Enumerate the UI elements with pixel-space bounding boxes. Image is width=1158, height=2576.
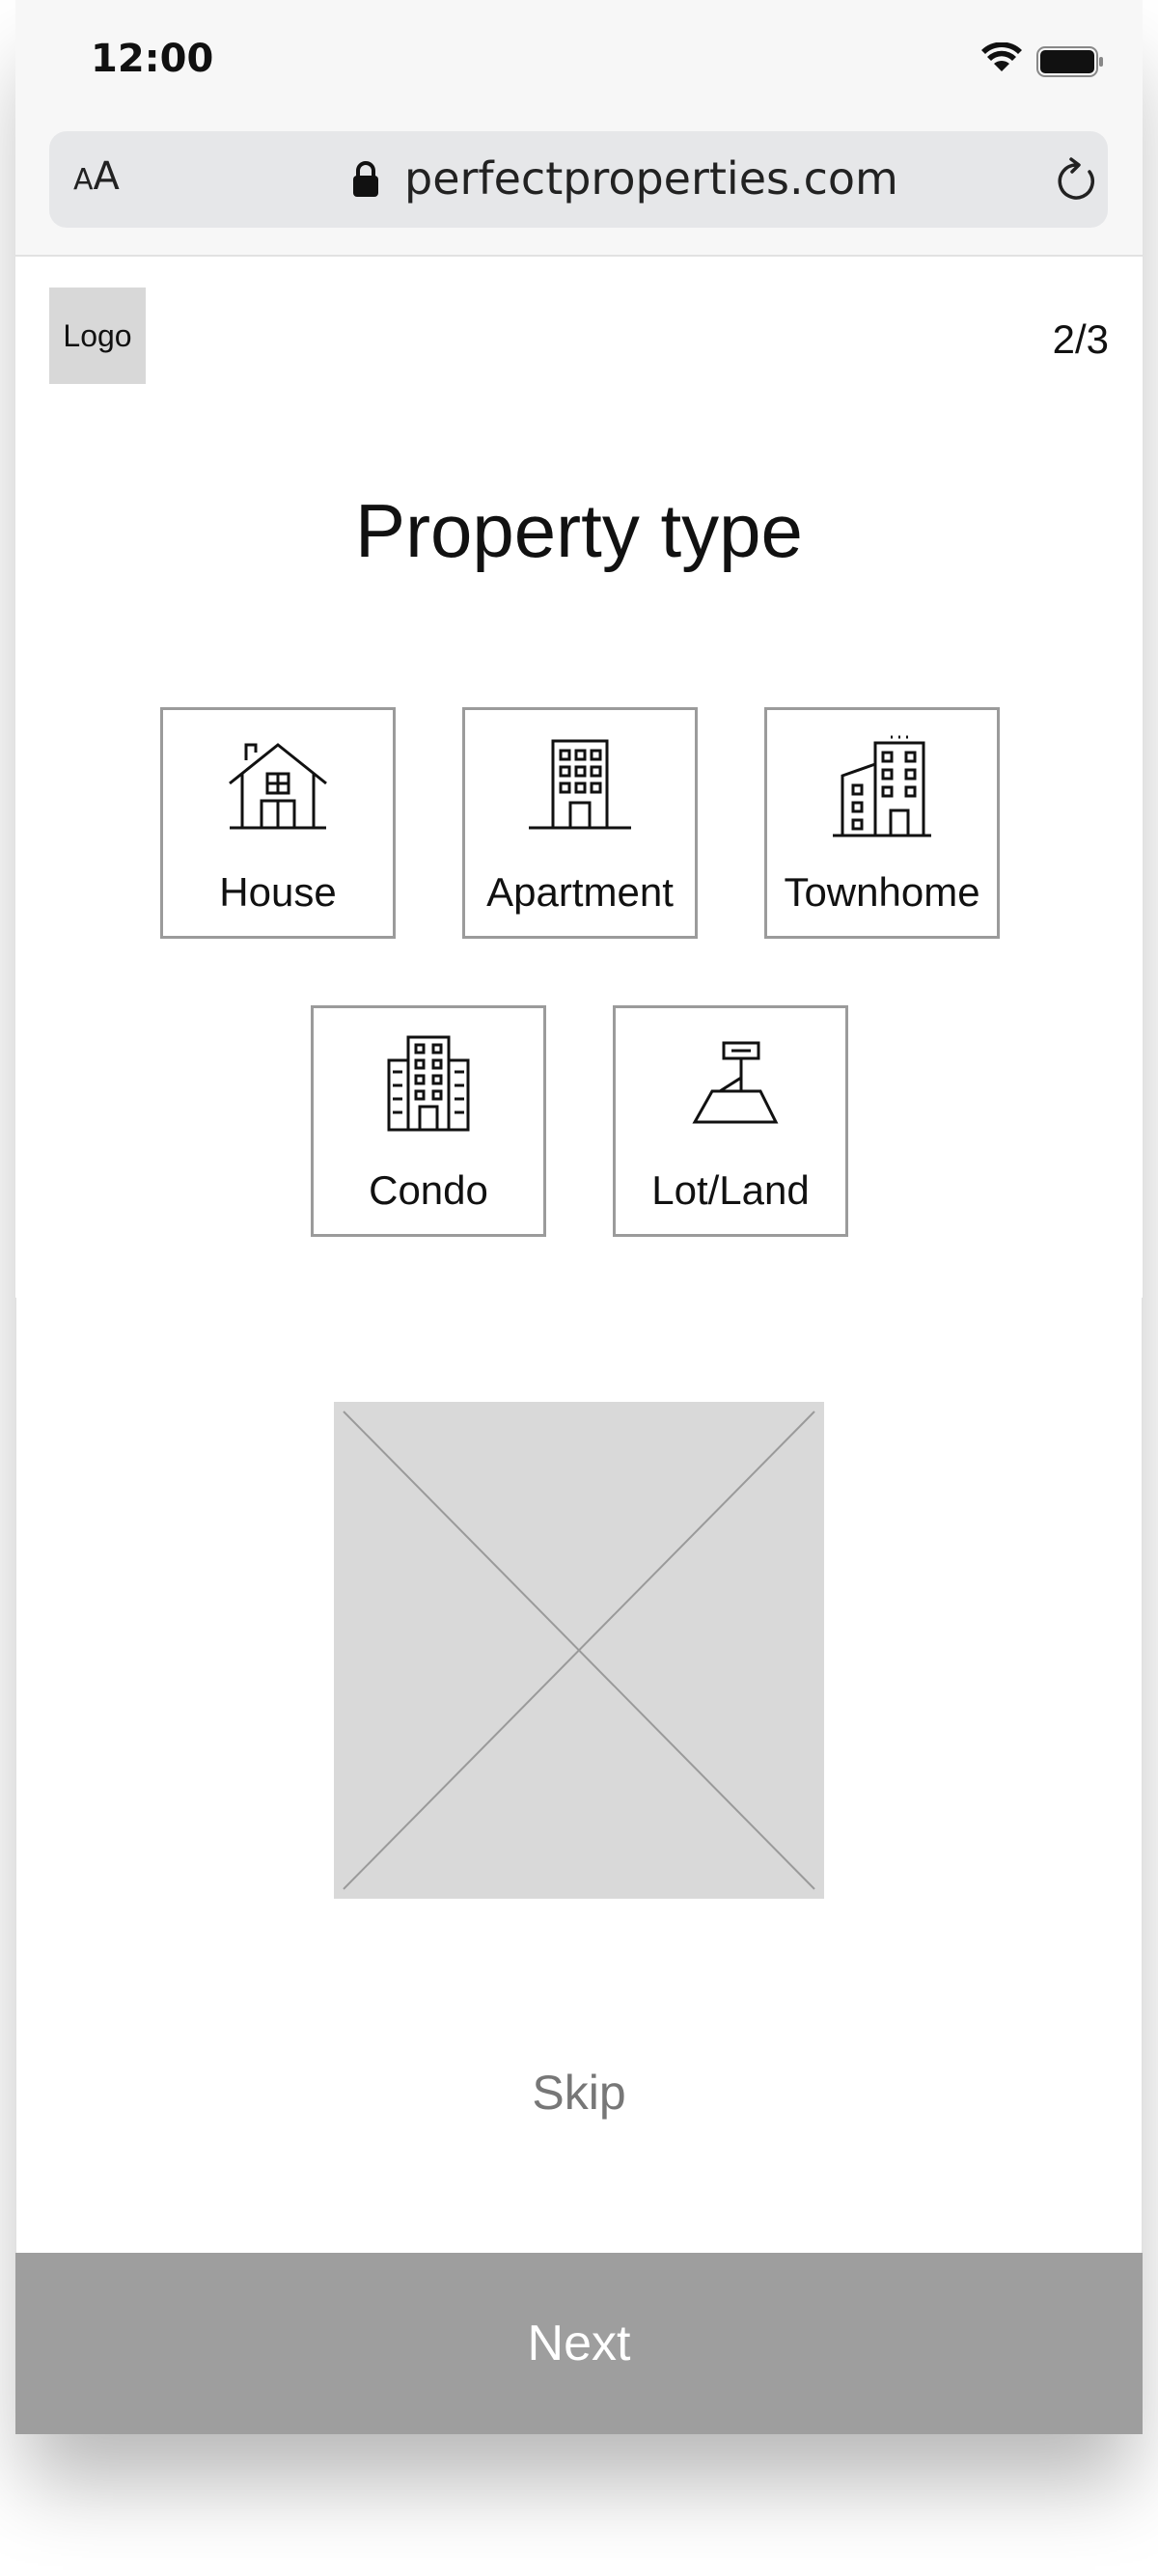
address-bar[interactable]: AA perfectproperties.com bbox=[49, 131, 1108, 228]
townhome-icon bbox=[833, 735, 931, 837]
browser-toolbar: AA perfectproperties.com bbox=[15, 125, 1143, 257]
condo-icon bbox=[387, 1035, 470, 1132]
step-counter: 2/3 bbox=[1052, 316, 1109, 362]
status-bar: 12:00 bbox=[15, 0, 1143, 125]
text-size-button[interactable]: AA bbox=[73, 154, 120, 199]
option-house[interactable]: House bbox=[160, 707, 396, 939]
skip-button[interactable]: Skip bbox=[15, 2065, 1143, 2121]
lock-icon bbox=[353, 161, 378, 197]
option-label: Townhome bbox=[784, 869, 980, 915]
apartment-icon bbox=[529, 739, 631, 830]
next-button[interactable]: Next bbox=[15, 2253, 1143, 2434]
url-text[interactable]: perfectproperties.com bbox=[404, 152, 898, 205]
option-townhome[interactable]: Townhome bbox=[764, 707, 1000, 939]
placeholder-cross bbox=[343, 1411, 815, 1890]
option-label: House bbox=[219, 869, 337, 915]
option-lot-land[interactable]: Lot/Land bbox=[613, 1005, 848, 1237]
option-label: Lot/Land bbox=[651, 1167, 810, 1213]
reload-icon[interactable] bbox=[1053, 156, 1099, 205]
next-label: Next bbox=[527, 2316, 631, 2371]
device-screen: 12:00 AA perfectproperties.com Logo 2/3 … bbox=[15, 0, 1143, 2434]
house-icon bbox=[229, 743, 327, 830]
lot-land-icon bbox=[692, 1041, 779, 1124]
option-label: Apartment bbox=[486, 869, 674, 915]
image-placeholder bbox=[334, 1402, 824, 1899]
logo-text: Logo bbox=[63, 317, 132, 353]
battery-icon bbox=[1036, 46, 1103, 77]
text-size-large-a: A bbox=[93, 154, 120, 199]
logo[interactable]: Logo bbox=[49, 288, 146, 384]
option-condo[interactable]: Condo bbox=[311, 1005, 546, 1237]
page-title: Property type bbox=[355, 488, 803, 573]
option-apartment[interactable]: Apartment bbox=[462, 707, 698, 939]
wifi-icon bbox=[981, 42, 1022, 71]
text-size-small-a: A bbox=[73, 163, 94, 197]
option-label: Condo bbox=[369, 1167, 488, 1213]
status-time: 12:00 bbox=[91, 37, 214, 81]
